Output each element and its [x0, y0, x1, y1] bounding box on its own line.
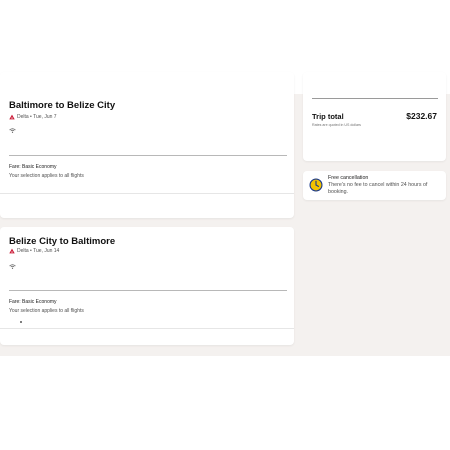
- fare-note: Your selection applies to all flights: [9, 173, 84, 179]
- trip-total-card: Trip total $232.67 Rates are quoted in U…: [303, 72, 446, 161]
- delta-logo-icon: [9, 114, 15, 120]
- clock-icon: [309, 178, 323, 192]
- airline-date: Delta • Tue, Jun 7: [9, 114, 57, 120]
- bullet-dot: [20, 321, 22, 323]
- wifi-icon: [9, 264, 16, 269]
- divider: [312, 98, 438, 99]
- airline-date-text: Delta • Tue, Jun 14: [17, 248, 60, 254]
- cancellation-title: Free cancellation: [328, 175, 369, 181]
- fare-note: Your selection applies to all flights: [9, 308, 84, 314]
- airline-date: Delta • Tue, Jun 14: [9, 248, 59, 254]
- fare-label: Fare: Basic Economy: [9, 164, 57, 170]
- divider: [0, 193, 294, 194]
- route-title: Belize City to Baltimore: [9, 236, 116, 247]
- fare-label: Fare: Basic Economy: [9, 299, 57, 305]
- divider: [9, 290, 287, 291]
- divider: [0, 328, 294, 329]
- route-title: Baltimore to Belize City: [9, 100, 116, 111]
- cancellation-body: There's no fee to cancel within 24 hours…: [328, 182, 428, 195]
- trip-total-amount: $232.67: [406, 111, 437, 121]
- divider: [9, 155, 287, 156]
- airline-date-text: Delta • Tue, Jun 7: [17, 114, 57, 120]
- flight-card-outbound: Baltimore to Belize City Delta • Tue, Ju…: [0, 72, 294, 218]
- flight-card-return: Belize City to Baltimore Delta • Tue, Ju…: [0, 227, 294, 345]
- delta-logo-icon: [9, 248, 15, 254]
- currency-note: Rates are quoted in US dollars: [312, 123, 361, 127]
- trip-total-label: Trip total: [312, 112, 344, 121]
- free-cancellation-card: Free cancellation There's no fee to canc…: [303, 171, 446, 200]
- wifi-icon: [9, 128, 16, 133]
